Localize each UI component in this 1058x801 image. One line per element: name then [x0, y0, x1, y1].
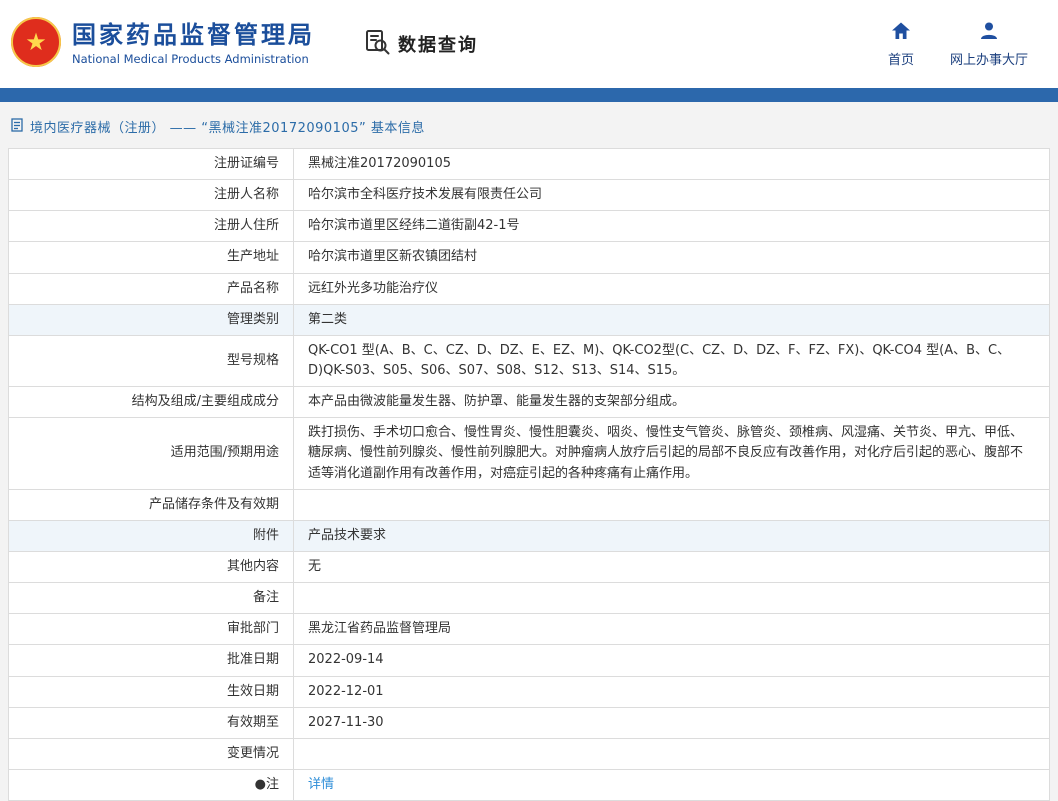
row-label: 生产地址 [8, 241, 294, 274]
nav-label-service-hall: 网上办事大厅 [949, 52, 1028, 68]
row-label: ●注 [8, 768, 294, 801]
table-row: 型号规格 QK-CO1 型(A、B、C、CZ、D、DZ、E、EZ、M)、QK-CO… [8, 334, 1050, 388]
registration-info-table: 注册证编号 黑械注准20172090105 注册人名称 哈尔滨市全科医疗技术发展有限责… [8, 147, 1050, 801]
logo-text: 国家药品监督管理局 National Medical Products Admi… [72, 22, 315, 66]
header-nav: 首页 网上办事大厅 [888, 21, 1038, 68]
row-value: 远红外光多功能治疗仪 [293, 272, 1050, 305]
nmpa-logo[interactable]: ★ 国家药品监督管理局 National Medical Products Ad… [10, 16, 315, 72]
site-subtitle: National Medical Products Administration [72, 51, 309, 66]
table-row: 其他内容无 [8, 550, 1050, 584]
table-row: 备注 [8, 582, 1050, 615]
table-row: 管理类别 第二类 [8, 303, 1050, 336]
site-title: 国家药品监督管理局 [72, 21, 315, 50]
row-label: 产品储存条件及有效期 [8, 488, 294, 521]
row-value: QK-CO1 型(A、B、C、CZ、D、DZ、E、EZ、M)、QK-CO2型(C… [293, 334, 1050, 388]
table-row: 生产地址 哈尔滨市道里区新农镇团结村 [8, 241, 1050, 274]
site-header: ★ 国家药品监督管理局 National Medical Products Ad… [0, 0, 1058, 88]
table-row: 产品储存条件及有效期 [8, 488, 1050, 521]
row-label: 备注 [8, 582, 294, 615]
row-label: 产品名称 [8, 272, 294, 305]
row-value: 产品技术要求 [293, 519, 1050, 552]
page: ★ 国家药品监督管理局 National Medical Products Ad… [0, 0, 1058, 801]
row-value: 第二类 [293, 303, 1050, 336]
table-row: 批准日期 2022-09-14 [8, 644, 1050, 677]
row-value: 哈尔滨市全科医疗技术发展有限责任公司 [293, 179, 1050, 212]
row-label: 管理类别 [8, 303, 294, 336]
svg-text:★: ★ [25, 28, 47, 56]
row-label: 注册证编号 [8, 147, 294, 181]
table-row: 注册证编号 黑械注准20172090105 [8, 147, 1050, 181]
table-row: ●注 详情 [8, 768, 1050, 801]
table-row: 有效期至 2027-11-30 [8, 706, 1050, 739]
row-label: 审批部门 [8, 613, 294, 646]
row-value: 哈尔滨市道里区经纬二道街副42-1号 [293, 210, 1050, 243]
row-label: 其他内容 [8, 550, 294, 584]
row-value: 哈尔滨市道里区新农镇团结村 [293, 241, 1050, 274]
detail-link[interactable]: 详情 [308, 777, 334, 792]
row-label: 适用范围/预期用途 [8, 417, 294, 490]
row-value: 2022-09-14 [293, 644, 1050, 677]
table-row: 注册人名称 哈尔滨市全科医疗技术发展有限责任公司 [8, 179, 1050, 212]
breadcrumb: 境内医疗器械（注册） —— “黑械注准20172090105” 基本信息 [10, 117, 1048, 136]
table-row: 产品名称 远红外光多功能治疗仪 [8, 272, 1050, 305]
row-label: 注册人住所 [8, 210, 294, 243]
row-value: 无 [293, 550, 1050, 584]
table-row: 审批部门 黑龙江省药品监督管理局 [8, 613, 1050, 646]
row-value [293, 737, 1050, 770]
row-label: 附件 [8, 519, 294, 552]
row-value: 黑龙江省药品监督管理局 [293, 613, 1050, 646]
row-label: 型号规格 [8, 334, 294, 388]
row-value: 2022-12-01 [293, 675, 1050, 708]
row-value: 跌打损伤、手术切口愈合、慢性胃炎、慢性胆囊炎、咽炎、慢性支气管炎、脉管炎、颈椎病… [293, 417, 1050, 490]
table-row: 结构及组成/主要组成成分 本产品由微波能量发生器、防护罩、能量发生器的支架部分组成… [8, 386, 1050, 419]
table-row: 适用范围/预期用途 跌打损伤、手术切口愈合、慢性胃炎、慢性胆囊炎、咽炎、慢性支气管… [8, 417, 1050, 490]
table-row: 生效日期 2022-12-01 [8, 675, 1050, 708]
nav-item-service-hall[interactable]: 网上办事大厅 [950, 21, 1028, 68]
row-label: 有效期至 [8, 706, 294, 739]
row-value: 黑械注准20172090105 [293, 147, 1050, 181]
breadcrumb-text: 境内医疗器械（注册） —— “黑械注准20172090105” 基本信息 [30, 121, 425, 136]
data-query-icon [363, 28, 391, 60]
national-emblem-icon: ★ [10, 16, 62, 72]
row-value: 详情 [293, 768, 1050, 801]
row-value: 2027-11-30 [293, 706, 1050, 739]
nav-label-home: 首页 [887, 52, 914, 68]
row-value [293, 582, 1050, 615]
row-label: 结构及组成/主要组成成分 [8, 386, 294, 419]
row-value [293, 488, 1050, 521]
info-table-body: 注册证编号 黑械注准20172090105 注册人名称 哈尔滨市全科医疗技术发展有限责… [8, 147, 1050, 801]
row-label: 变更情况 [8, 737, 294, 770]
row-label: 注册人名称 [8, 179, 294, 212]
table-row: 附件 产品技术要求 [8, 519, 1050, 552]
row-label: 批准日期 [8, 644, 294, 677]
nav-item-home[interactable]: 首页 [888, 21, 914, 68]
person-icon [979, 21, 999, 45]
row-label: 生效日期 [8, 675, 294, 708]
table-row: 注册人住所 哈尔滨市道里区经纬二道街副42-1号 [8, 210, 1050, 243]
table-row: 变更情况 [8, 737, 1050, 770]
row-value: 本产品由微波能量发生器、防护罩、能量发生器的支架部分组成。 [293, 386, 1050, 419]
document-icon [10, 117, 24, 136]
header-accent-bar [0, 88, 1058, 102]
home-icon [891, 21, 911, 45]
data-query-module[interactable]: 数据查询 [363, 28, 478, 60]
main-content: 境内医疗器械（注册） —— “黑械注准20172090105” 基本信息 注册证… [0, 102, 1058, 801]
data-query-label: 数据查询 [398, 35, 478, 56]
